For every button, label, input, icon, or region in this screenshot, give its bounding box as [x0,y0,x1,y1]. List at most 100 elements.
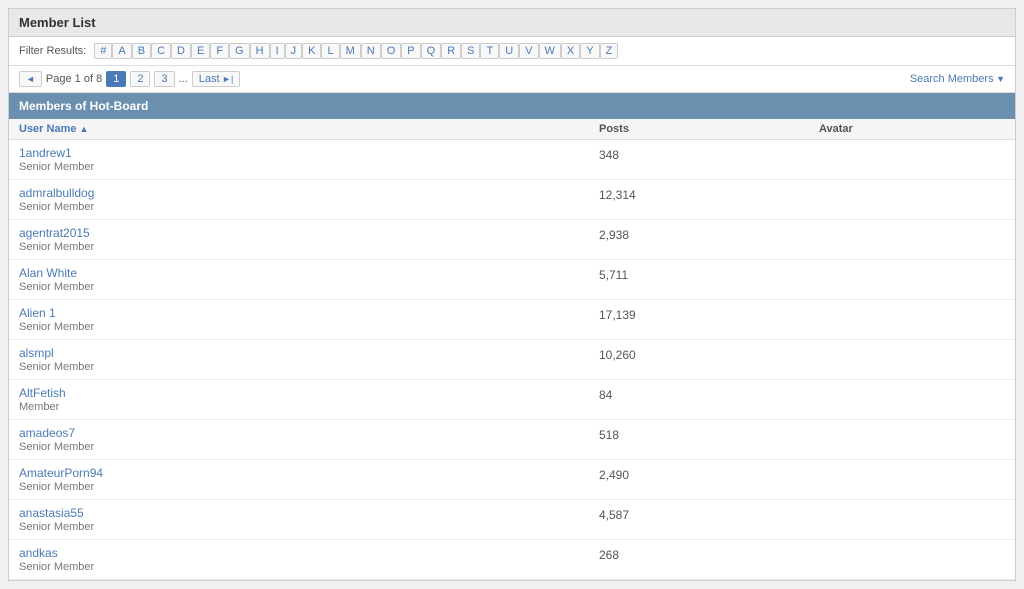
filter-label: Filter Results: [19,45,86,57]
member-role: Member [19,401,599,413]
letter-btn-D[interactable]: D [171,43,191,59]
member-role: Senior Member [19,241,599,253]
letter-btn-H[interactable]: H [250,43,270,59]
table-row: alsmpl Senior Member 10,260 [9,340,1015,380]
letter-btn-R[interactable]: R [441,43,461,59]
letter-btn-O[interactable]: O [381,43,402,59]
member-posts: 518 [599,426,819,442]
username-col-header[interactable]: User Name ▲ [19,123,599,135]
member-name-col: 1andrew1 Senior Member [19,146,599,173]
member-name-col: AltFetish Member [19,386,599,413]
page-3-button[interactable]: 3 [154,71,174,87]
member-posts: 2,938 [599,226,819,242]
member-name-link[interactable]: amadeos7 [19,426,599,440]
letter-btn-C[interactable]: C [151,43,171,59]
table-row: agentrat2015 Senior Member 2,938 [9,220,1015,260]
letter-btn-X[interactable]: X [561,43,580,59]
page-1-button[interactable]: 1 [106,71,126,87]
table-row: amadeos7 Senior Member 518 [9,420,1015,460]
last-page-button[interactable]: Last [192,71,241,87]
table-row: andkas Senior Member 268 [9,540,1015,580]
member-name-link[interactable]: Alan White [19,266,599,280]
sort-arrow-icon: ▲ [80,124,89,134]
member-posts: 17,139 [599,306,819,322]
member-role: Senior Member [19,561,599,573]
filter-bar: Filter Results: #ABCDEFGHIJKLMNOPQRSTUVW… [9,37,1015,66]
letter-btn-A[interactable]: A [112,43,131,59]
member-posts: 268 [599,546,819,562]
page-2-button[interactable]: 2 [130,71,150,87]
table-row: AltFetish Member 84 [9,380,1015,420]
member-name-col: anastasia55 Senior Member [19,506,599,533]
member-name-col: Alan White Senior Member [19,266,599,293]
member-role: Senior Member [19,481,599,493]
member-role: Senior Member [19,441,599,453]
letter-btn-Y[interactable]: Y [580,43,599,59]
member-name-link[interactable]: Alien 1 [19,306,599,320]
member-posts: 2,490 [599,466,819,482]
member-name-link[interactable]: agentrat2015 [19,226,599,240]
letter-btn-J[interactable]: J [285,43,303,59]
letter-btn-T[interactable]: T [480,43,499,59]
table-row: Alan White Senior Member 5,711 [9,260,1015,300]
table-row: AmateurPorn94 Senior Member 2,490 [9,460,1015,500]
member-role: Senior Member [19,321,599,333]
table-row: 1andrew1 Senior Member 348 [9,140,1015,180]
letter-btn-W[interactable]: W [539,43,561,59]
member-posts: 348 [599,146,819,162]
pagination-bar: Page 1 of 8 1 2 3 ... Last Search Member… [9,66,1015,93]
table-row: admralbulldog Senior Member 12,314 [9,180,1015,220]
member-role: Senior Member [19,521,599,533]
letter-btn-S[interactable]: S [461,43,480,59]
member-role: Senior Member [19,361,599,373]
member-name-col: amadeos7 Senior Member [19,426,599,453]
letter-btn-M[interactable]: M [340,43,361,59]
ellipsis: ... [179,73,188,85]
member-posts: 5,711 [599,266,819,282]
letter-filter-group: #ABCDEFGHIJKLMNOPQRSTUVWXYZ [94,43,618,59]
prev-page-button[interactable] [19,71,42,87]
letter-btn-Q[interactable]: Q [421,43,442,59]
member-name-col: admralbulldog Senior Member [19,186,599,213]
table-row: Alien 1 Senior Member 17,139 [9,300,1015,340]
letter-btn-E[interactable]: E [191,43,210,59]
member-name-link[interactable]: andkas [19,546,599,560]
letter-btn-P[interactable]: P [401,43,420,59]
member-name-col: alsmpl Senior Member [19,346,599,373]
member-list: 1andrew1 Senior Member 348 admralbulldog… [9,140,1015,580]
letter-btn-G[interactable]: G [229,43,250,59]
member-role: Senior Member [19,201,599,213]
letter-btn-I[interactable]: I [270,43,285,59]
member-name-link[interactable]: admralbulldog [19,186,599,200]
letter-btn-Z[interactable]: Z [600,43,619,59]
member-name-link[interactable]: anastasia55 [19,506,599,520]
letter-btn-L[interactable]: L [321,43,339,59]
letter-btn-#[interactable]: # [94,43,112,59]
letter-btn-U[interactable]: U [499,43,519,59]
member-name-col: Alien 1 Senior Member [19,306,599,333]
member-name-col: agentrat2015 Senior Member [19,226,599,253]
table-header: User Name ▲ Posts Avatar [9,119,1015,140]
letter-btn-K[interactable]: K [302,43,321,59]
table-row: anastasia55 Senior Member 4,587 [9,500,1015,540]
member-name-col: AmateurPorn94 Senior Member [19,466,599,493]
member-name-link[interactable]: AmateurPorn94 [19,466,599,480]
member-posts: 12,314 [599,186,819,202]
member-posts: 84 [599,386,819,402]
letter-btn-F[interactable]: F [210,43,229,59]
search-members-link[interactable]: Search Members [910,73,1005,85]
member-name-col: andkas Senior Member [19,546,599,573]
pagination-left: Page 1 of 8 1 2 3 ... Last [19,71,240,87]
avatar-col-header: Avatar [819,123,1005,135]
posts-col-header: Posts [599,123,819,135]
member-name-link[interactable]: alsmpl [19,346,599,360]
member-list-page: Member List Filter Results: #ABCDEFGHIJK… [8,8,1016,581]
member-name-link[interactable]: AltFetish [19,386,599,400]
section-header: Members of Hot-Board [9,93,1015,119]
member-posts: 4,587 [599,506,819,522]
page-info: Page 1 of 8 [46,73,102,85]
letter-btn-V[interactable]: V [519,43,538,59]
member-name-link[interactable]: 1andrew1 [19,146,599,160]
letter-btn-B[interactable]: B [132,43,151,59]
letter-btn-N[interactable]: N [361,43,381,59]
